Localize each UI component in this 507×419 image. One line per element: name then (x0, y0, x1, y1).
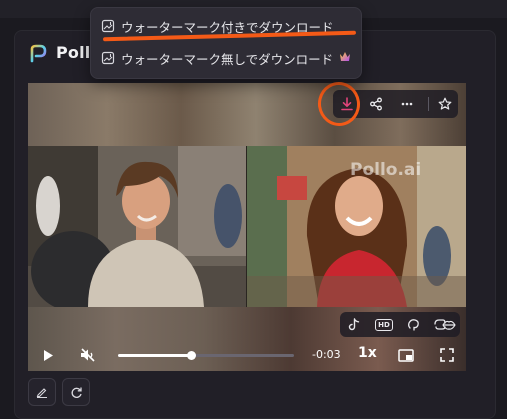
lip-sync-icon (408, 319, 419, 331)
mute-button[interactable] (78, 345, 98, 365)
lips-icon (442, 320, 456, 330)
image-download-icon (101, 51, 115, 65)
edit-button[interactable] (28, 378, 56, 406)
hd-icon: HD (375, 318, 393, 331)
pollo-logo-icon (30, 44, 47, 63)
lips-button[interactable] (437, 312, 461, 337)
pencil-icon (36, 388, 47, 398)
muted-speaker-icon (81, 348, 95, 362)
feature-bar: HD (340, 312, 460, 337)
video-frame-left (28, 146, 246, 307)
fullscreen-icon (440, 348, 454, 362)
picture-in-picture-button[interactable] (396, 345, 416, 365)
watermark-text: Pollo.ai (350, 160, 422, 180)
download-without-watermark-item[interactable]: ウォーターマーク無しでダウンロード (101, 48, 351, 68)
download-dropdown-menu: ウォーターマーク付きでダウンロード ウォーターマーク無しでダウンロード (90, 7, 362, 79)
play-icon (44, 349, 53, 361)
hd-button[interactable]: HD (372, 312, 396, 337)
playback-speed-button[interactable]: 1x (358, 345, 377, 361)
picture-in-picture-icon (398, 348, 414, 362)
share-button[interactable] (363, 90, 389, 118)
refresh-icon (71, 387, 82, 398)
progress-bar[interactable] (118, 351, 294, 360)
time-remaining: -0:03 (312, 348, 341, 361)
play-button[interactable] (40, 345, 56, 365)
street-scene-left (28, 146, 246, 307)
progress-fill (118, 354, 192, 357)
image-download-icon (101, 19, 115, 33)
divider (428, 97, 429, 111)
fullscreen-button[interactable] (438, 345, 456, 365)
star-icon (438, 97, 452, 110)
regenerate-button[interactable] (62, 378, 90, 406)
tiktok-button[interactable] (342, 312, 366, 337)
share-icon (370, 97, 382, 111)
menu-item-label: ウォーターマーク無しでダウンロード (121, 51, 334, 67)
lip-sync-button[interactable] (402, 312, 426, 337)
more-options-button[interactable] (394, 90, 420, 118)
favorite-button[interactable] (432, 90, 458, 118)
tiktok-icon (348, 318, 360, 331)
crown-icon (339, 51, 351, 65)
more-icon (401, 102, 413, 106)
